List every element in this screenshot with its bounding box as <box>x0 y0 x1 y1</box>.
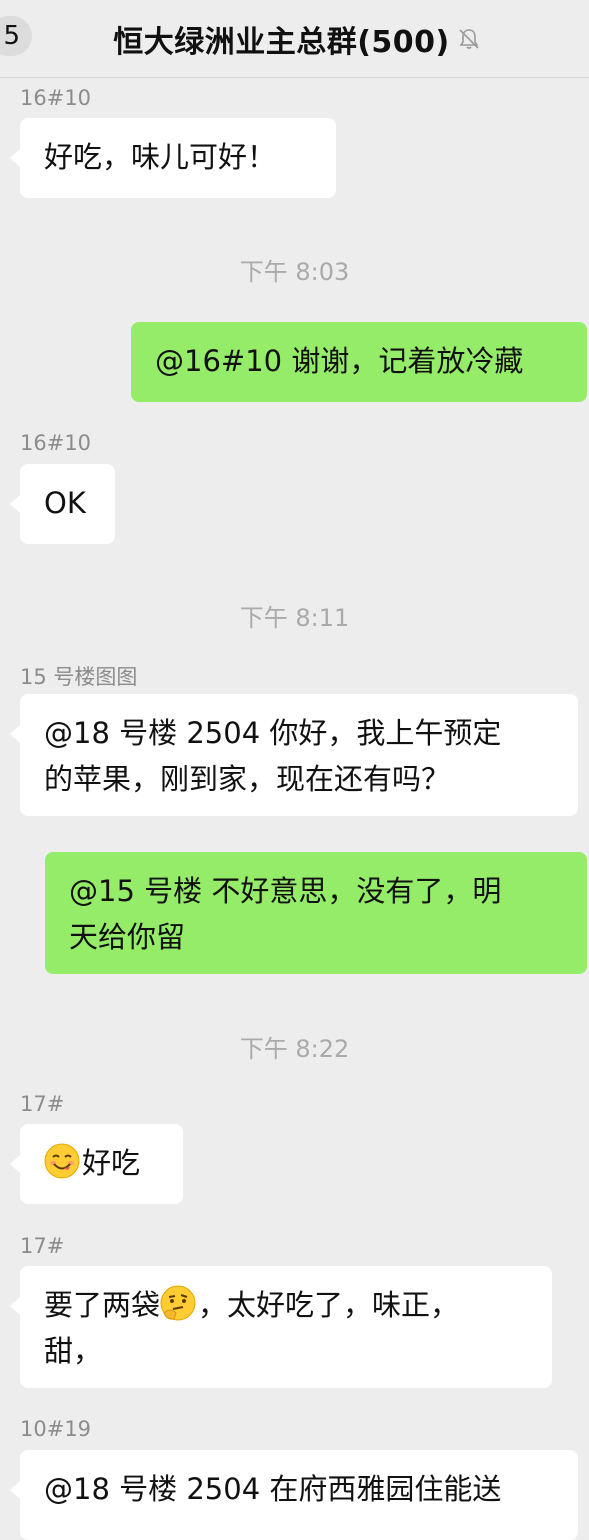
message-line: 天给你留 <box>69 920 186 954</box>
message-line: 的苹果，刚到家，现在还有吗？ <box>44 762 451 796</box>
sender-name: 16#10 <box>20 431 92 455</box>
yum-face-emoji <box>44 1143 80 1179</box>
timestamp: 下午 8:22 <box>239 1035 350 1063</box>
sender-name: 16#10 <box>20 86 92 110</box>
sender-name: 17# <box>20 1234 65 1258</box>
sender-name: 17# <box>20 1092 65 1116</box>
message-line: 甜， <box>44 1334 103 1368</box>
message-text: 要了两袋 <box>44 1288 161 1322</box>
message-bubble-outgoing[interactable]: @15 号楼 不好意思，没有了，明 天给你留 <box>45 852 587 974</box>
message-line: @15 号楼 不好意思，没有了，明 <box>69 874 502 908</box>
timestamp: 下午 8:11 <box>239 604 350 632</box>
message-bubble[interactable]: 要了两袋 ，太好吃了，味正， 甜， <box>10 1266 552 1388</box>
message-bubble[interactable]: @18 号楼 2504 在府西雅园住能送 <box>10 1450 578 1540</box>
bell-muted-icon <box>459 29 479 49</box>
message-line: 要了两袋 ，太好吃了，味正， <box>44 1282 528 1328</box>
timestamp: 下午 8:03 <box>239 258 350 286</box>
chat-messages: 16#10 好吃，味儿可好！ 下午 8:03 @16#10 谢谢，记着放冷藏 1… <box>0 0 589 1540</box>
thinking-face-emoji <box>160 1285 196 1321</box>
message-text: 好吃 <box>82 1146 141 1180</box>
message-bubble[interactable]: 好吃，味儿可好！ <box>10 118 336 198</box>
chat-title[interactable]: 恒大绿洲业主总群(500) <box>113 17 450 61</box>
message-bubble[interactable]: 好吃 <box>10 1124 183 1204</box>
title-wrap: 恒大绿洲业主总群(500) <box>0 0 589 78</box>
sender-name: 15 号楼图图 <box>20 665 138 689</box>
chat-header: 5 恒大绿洲业主总群(500) <box>0 0 589 78</box>
message-text: ，太好吃了，味正， <box>198 1288 460 1322</box>
message-line: @18 号楼 2504 你好，我上午预定 <box>44 716 502 750</box>
sender-name: 10#19 <box>20 1417 92 1441</box>
message-bubble[interactable]: OK <box>10 464 115 544</box>
message-bubble-outgoing[interactable]: @16#10 谢谢，记着放冷藏 <box>131 322 587 402</box>
message-bubble[interactable]: @18 号楼 2504 你好，我上午预定 的苹果，刚到家，现在还有吗？ <box>10 694 578 816</box>
